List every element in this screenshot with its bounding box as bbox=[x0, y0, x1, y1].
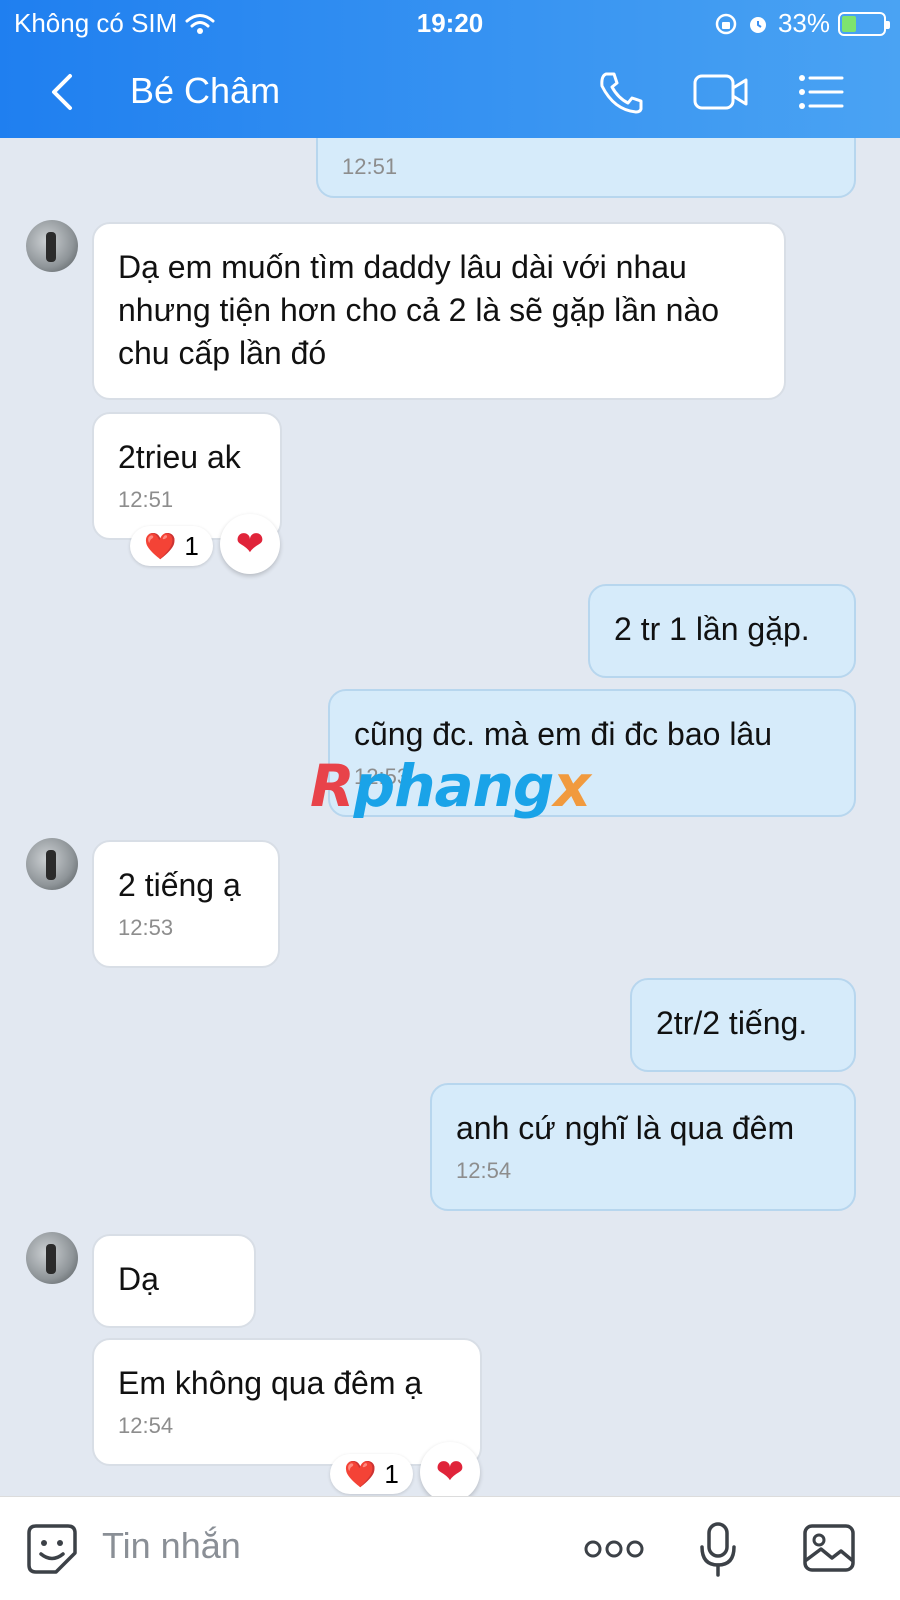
image-icon[interactable] bbox=[802, 1523, 856, 1573]
message-time: 12:54 bbox=[456, 1158, 512, 1183]
heart-icon: ❤️ bbox=[344, 1458, 377, 1489]
reaction-summary[interactable]: ❤️ 1 bbox=[130, 526, 213, 566]
message-time: 12:54 bbox=[118, 1413, 174, 1438]
nav-bar: Bé Châm bbox=[0, 60, 900, 126]
message-text: Em không qua đêm ạ bbox=[118, 1365, 423, 1401]
alarm-icon bbox=[749, 16, 766, 33]
message-text: cũng đc. mà em đi đc bao lâu bbox=[354, 716, 773, 752]
avatar[interactable] bbox=[26, 220, 78, 272]
message-text: 2tr/2 tiếng. bbox=[656, 1005, 808, 1041]
heart-react-button[interactable]: ❤ bbox=[420, 1442, 480, 1496]
message-bubble-incoming[interactable]: Dạ bbox=[92, 1234, 256, 1328]
battery-icon bbox=[838, 11, 890, 36]
watermark-logo: Rphangx bbox=[310, 752, 591, 820]
battery-percent: 33% bbox=[777, 8, 830, 38]
message-text: anh cứ nghĩ là qua đêm bbox=[456, 1110, 795, 1146]
message-time: 12:51 bbox=[342, 154, 398, 179]
sticker-smile-icon[interactable] bbox=[26, 1523, 78, 1575]
message-text: Dạ em muốn tìm daddy lâu dài với nhau nh… bbox=[118, 249, 720, 371]
list-menu-icon[interactable] bbox=[796, 70, 846, 114]
reaction-summary[interactable]: ❤️ 1 bbox=[330, 1454, 413, 1494]
message-text: 2 tiếng ạ bbox=[118, 867, 241, 903]
message-input[interactable]: Tin nhắn bbox=[102, 1525, 241, 1567]
heart-icon: ❤️ bbox=[144, 530, 177, 561]
message-bubble-outgoing[interactable]: 2 tr 1 lần gặp. bbox=[588, 584, 856, 678]
chat-header: Không có SIM 19:20 33% Bé Châm bbox=[0, 0, 900, 138]
message-time: 12:53 bbox=[118, 915, 174, 940]
reaction-count: 1 bbox=[184, 530, 199, 561]
phone-icon[interactable] bbox=[596, 70, 646, 114]
reaction-count: 1 bbox=[384, 1458, 399, 1489]
message-bubble-outgoing[interactable]: anh cứ nghĩ là qua đêm 12:54 bbox=[430, 1083, 856, 1211]
heart-icon: ❤ bbox=[435, 1453, 465, 1491]
message-input-bar: Tin nhắn bbox=[0, 1496, 900, 1600]
contact-name[interactable]: Bé Châm bbox=[130, 70, 280, 112]
message-time: 12:51 bbox=[118, 487, 174, 512]
message-text: Dạ bbox=[118, 1261, 159, 1297]
heart-icon: ❤ bbox=[235, 525, 265, 563]
message-bubble-incoming[interactable]: Em không qua đêm ạ 12:54 bbox=[92, 1338, 482, 1466]
avatar[interactable] bbox=[26, 838, 78, 890]
avatar[interactable] bbox=[26, 1232, 78, 1284]
rotation-lock-icon bbox=[715, 13, 737, 34]
message-text: 2 tr 1 lần gặp. bbox=[614, 611, 810, 647]
message-bubble-incoming[interactable]: 2 tiếng ạ 12:53 bbox=[92, 840, 280, 968]
status-indicators: 33% bbox=[714, 8, 890, 39]
message-text: 2trieu ak bbox=[118, 439, 241, 475]
message-bubble-outgoing[interactable]: 12:51 bbox=[316, 138, 856, 198]
more-dots-icon[interactable] bbox=[584, 1537, 644, 1561]
status-bar: Không có SIM 19:20 33% bbox=[14, 6, 890, 40]
message-bubble-incoming[interactable]: Dạ em muốn tìm daddy lâu dài với nhau nh… bbox=[92, 222, 786, 400]
chevron-left-icon[interactable] bbox=[44, 72, 84, 112]
message-bubble-outgoing[interactable]: 2tr/2 tiếng. bbox=[630, 978, 856, 1072]
video-camera-icon[interactable] bbox=[692, 70, 750, 114]
microphone-icon[interactable] bbox=[698, 1521, 738, 1579]
heart-react-button[interactable]: ❤ bbox=[220, 514, 280, 574]
